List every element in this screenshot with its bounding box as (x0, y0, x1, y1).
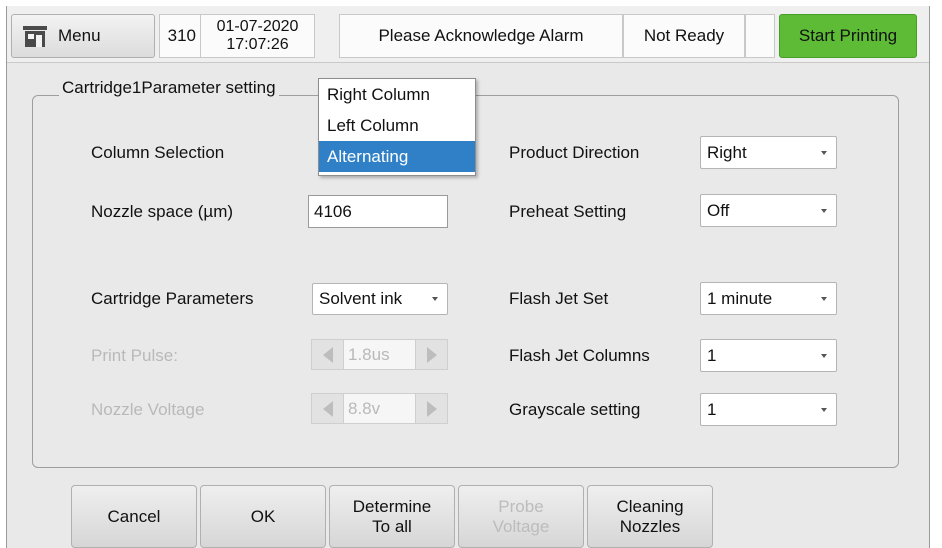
flash-jet-set-label: Flash Jet Set (509, 289, 609, 308)
chevron-down-icon (821, 407, 827, 412)
status-indicator (745, 14, 775, 58)
chevron-down-icon (821, 296, 827, 301)
cartridge-parameters-select[interactable]: Solvent ink (312, 283, 448, 315)
start-printing-button[interactable]: Start Printing (779, 14, 917, 58)
arrow-right-icon (426, 346, 437, 363)
preheat-setting-label: Preheat Setting (509, 202, 627, 221)
preheat-setting-select[interactable]: Off (700, 194, 837, 227)
top-bar: Menu 310 01-07-2020 17:07:26 Please Ackn… (7, 6, 929, 63)
date-text: 01-07-2020 (216, 18, 299, 35)
nozzle-space-input[interactable]: 4106 (308, 195, 448, 228)
product-direction-value: Right (707, 142, 747, 162)
flash-jet-set-value: 1 minute (707, 288, 773, 308)
time-text: 17:07:26 (226, 36, 289, 53)
arrow-left-icon (322, 400, 333, 417)
product-direction-label: Product Direction (509, 143, 640, 162)
bottom-button-bar: Cancel OK Determine To all Probe Voltage… (7, 485, 929, 548)
ok-button[interactable]: OK (200, 485, 326, 548)
cancel-button[interactable]: Cancel (71, 485, 197, 548)
cartridge-parameters-value: Solvent ink (319, 289, 403, 308)
increase-button (415, 393, 448, 424)
nozzle-voltage-value: 8.8v (344, 393, 415, 424)
dropdown-option-left-column[interactable]: Left Column (319, 110, 475, 141)
grayscale-setting-label: Grayscale setting (509, 400, 641, 419)
group-title: Cartridge1Parameter setting (59, 78, 279, 98)
decrease-button (311, 393, 344, 424)
print-pulse-label: Print Pulse: (91, 346, 178, 365)
flash-jet-set-select[interactable]: 1 minute (700, 282, 837, 315)
chevron-down-icon (432, 297, 438, 301)
product-direction-select[interactable]: Right (700, 136, 837, 169)
chevron-down-icon (821, 208, 827, 213)
arrow-right-icon (426, 400, 437, 417)
decrease-button (311, 339, 344, 370)
status-display: Not Ready (623, 14, 745, 58)
flash-jet-columns-value: 1 (707, 345, 717, 365)
preheat-setting-value: Off (707, 200, 730, 220)
dropdown-option-alternating[interactable]: Alternating (319, 141, 475, 172)
chevron-down-icon (821, 150, 827, 155)
arrow-left-icon (322, 346, 333, 363)
home-icon (23, 26, 47, 47)
chevron-down-icon (821, 353, 827, 358)
increase-button (415, 339, 448, 370)
menu-label: Menu (58, 26, 101, 45)
column-selection-label: Column Selection (91, 143, 225, 162)
alarm-message[interactable]: Please Acknowledge Alarm (339, 14, 623, 58)
flash-jet-columns-label: Flash Jet Columns (509, 346, 650, 365)
cartridge-parameters-label: Cartridge Parameters (91, 289, 254, 308)
app-window: Menu 310 01-07-2020 17:07:26 Please Ackn… (6, 6, 930, 548)
flash-jet-columns-select[interactable]: 1 (700, 339, 837, 372)
determine-to-all-button[interactable]: Determine To all (329, 485, 455, 548)
print-pulse-stepper: 1.8us (311, 339, 448, 370)
nozzle-voltage-stepper: 8.8v (311, 393, 448, 424)
grayscale-setting-value: 1 (707, 399, 717, 419)
datetime-display: 01-07-2020 17:07:26 (201, 14, 315, 58)
cleaning-nozzles-button[interactable]: Cleaning Nozzles (587, 485, 713, 548)
column-selection-dropdown[interactable]: Right Column Left Column Alternating (318, 78, 476, 176)
count-display: 310 (159, 14, 201, 58)
nozzle-space-label: Nozzle space (µm) (91, 202, 234, 221)
nozzle-voltage-label: Nozzle Voltage (91, 400, 205, 419)
menu-button[interactable]: Menu (11, 14, 155, 58)
grayscale-setting-select[interactable]: 1 (700, 393, 837, 426)
probe-voltage-button: Probe Voltage (458, 485, 584, 548)
dropdown-option-right-column[interactable]: Right Column (319, 79, 475, 110)
print-pulse-value: 1.8us (344, 339, 415, 370)
